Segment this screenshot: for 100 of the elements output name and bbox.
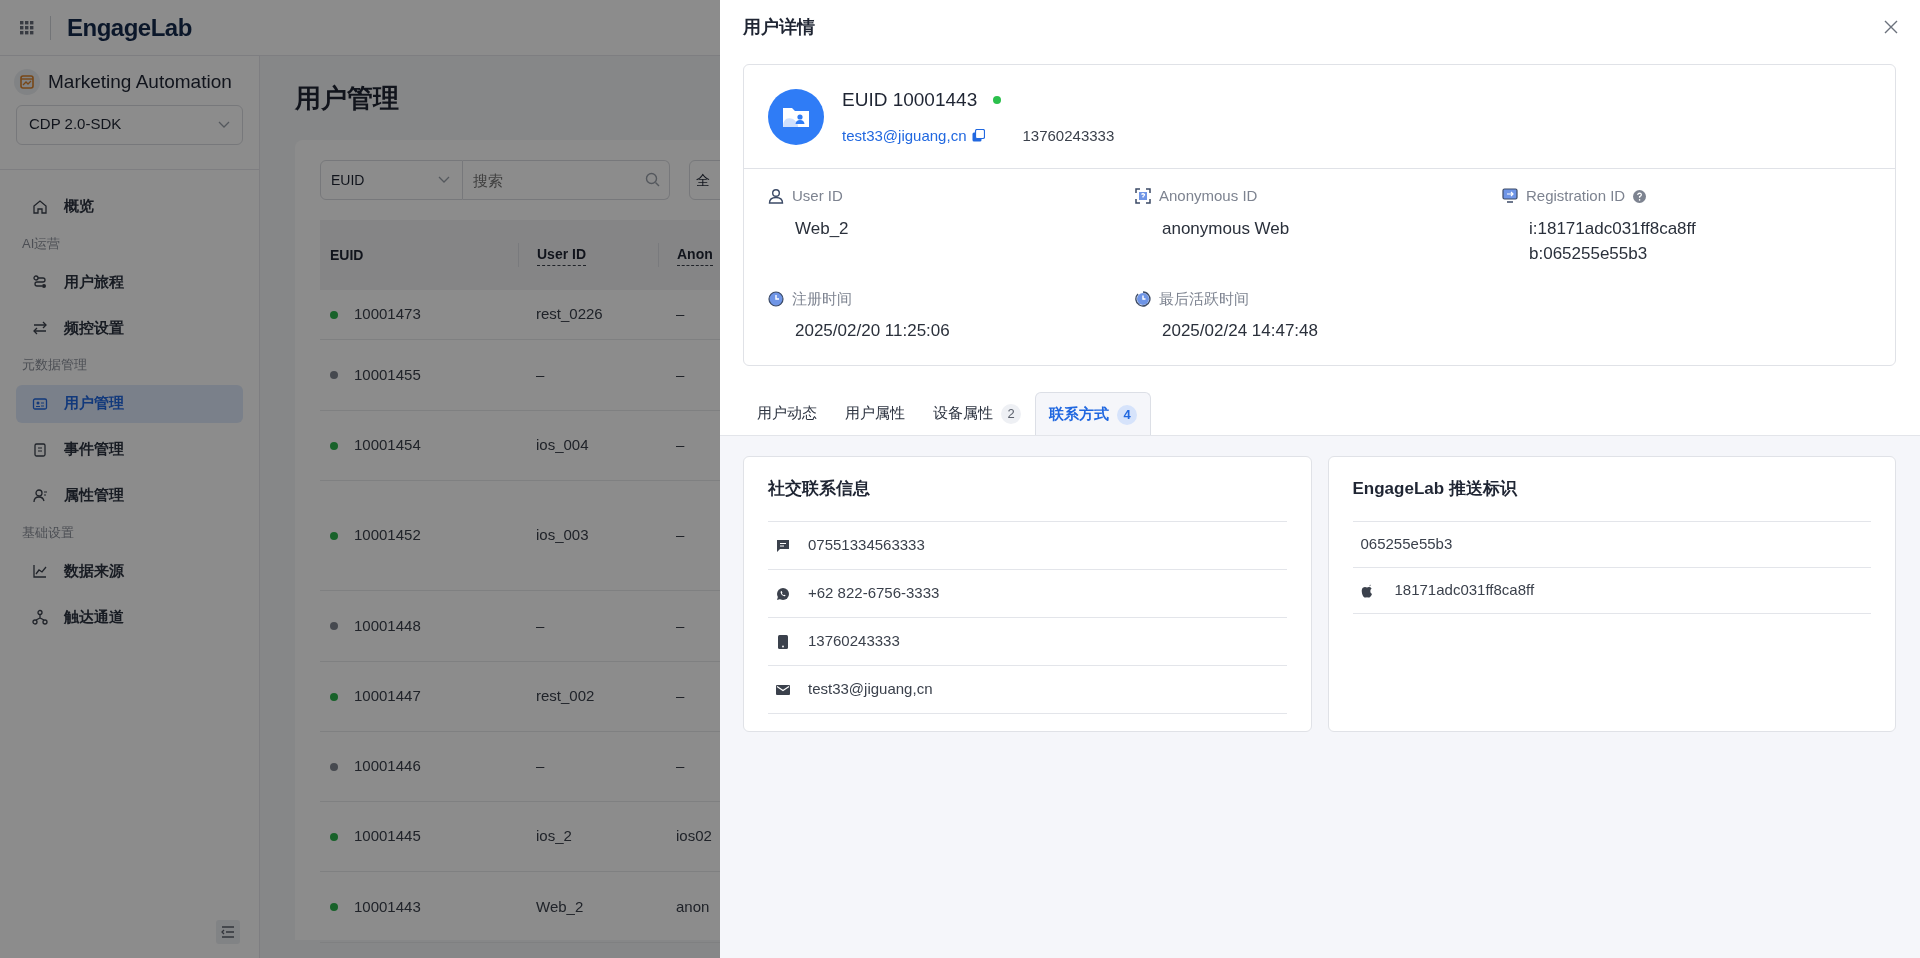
mobile-phone-icon <box>776 634 790 649</box>
nav-item[interactable]: 属性管理 <box>16 476 243 515</box>
nav-item[interactable]: 数据来源 <box>16 552 243 590</box>
field-value: b:065255e55b3 <box>1528 242 1649 265</box>
user-icon <box>32 487 48 504</box>
field-label: Registration ID <box>1526 186 1626 206</box>
field-value: 2025/02/24 14:47:48 <box>1161 320 1319 342</box>
field-value: i:18171adc031ff8ca8ff <box>1528 217 1697 240</box>
table-cell-text: 10001443 <box>354 896 421 917</box>
project-select[interactable]: CDP 2.0-SDK <box>16 104 243 145</box>
home-icon <box>32 198 48 215</box>
table-cell: – <box>676 757 685 775</box>
nav-item[interactable]: 用户管理 <box>16 384 243 423</box>
push-id-value: 18171adc031ff8ca8ff <box>1394 580 1535 601</box>
table-cell: – <box>676 365 685 383</box>
contact-value: 07551334563333 <box>808 535 925 556</box>
whatsapp-icon <box>776 586 790 601</box>
table-cell: – <box>676 436 685 454</box>
collapse-menu-icon[interactable] <box>216 920 240 944</box>
table-cell-text: 10001447 <box>354 686 421 707</box>
field-value: Web_2 <box>794 217 850 240</box>
tab[interactable]: 设备属性 2 <box>919 391 1035 435</box>
push-id-value: 065255e55b3 <box>1360 534 1453 555</box>
search-icon <box>645 172 660 187</box>
clock-icon <box>768 290 784 307</box>
table-cell: ios_003 <box>536 526 589 544</box>
table-cell: – <box>676 305 685 323</box>
table-cell: ios_2 <box>536 827 572 845</box>
count-badge: 2 <box>1001 403 1021 424</box>
field-label: User ID <box>792 186 843 206</box>
column-header[interactable]: Anon <box>677 244 713 266</box>
field-value: anonymous Web <box>1161 217 1291 240</box>
nav-section-label: 基础设置 <box>22 523 75 542</box>
table-cell: ios02 <box>676 827 712 845</box>
chevron-down-icon <box>218 120 230 129</box>
table-cell: rest_0226 <box>536 305 603 323</box>
table-cell-text: 10001452 <box>354 525 421 546</box>
phone-number: 13760243333 <box>1022 125 1115 146</box>
card-title: 社交联系信息 <box>768 478 870 501</box>
table-cell-text: 10001455 <box>354 364 421 385</box>
table-cell: anon <box>676 897 710 915</box>
field-value: 2025/02/20 11:25:06 <box>794 320 951 342</box>
column-header[interactable]: User ID <box>537 244 587 266</box>
table-cell: – <box>536 616 545 634</box>
column-header[interactable]: EUID <box>330 244 364 266</box>
table-cell: – <box>676 687 685 705</box>
line-chart-icon <box>32 563 48 579</box>
clock-refresh-icon <box>1135 290 1151 307</box>
network-icon <box>32 609 48 625</box>
table-cell-text: 10001473 <box>354 304 421 325</box>
user-folder-avatar <box>768 88 824 145</box>
email-link[interactable]: test33@jiguang,cn <box>842 124 967 147</box>
field-label: Anonymous ID <box>1159 186 1258 206</box>
apps-grid-icon[interactable] <box>20 20 34 35</box>
table-cell-text: 10001446 <box>354 756 421 777</box>
table-cell-text: 10001445 <box>354 826 421 847</box>
search-field[interactable]: 搜索 <box>463 160 670 200</box>
tab[interactable]: 联系方式 4 <box>1035 392 1151 436</box>
table-cell: rest_002 <box>536 687 595 705</box>
drawer-title: 用户详情 <box>743 15 815 39</box>
contact-value: 13760243333 <box>808 631 900 652</box>
tab[interactable]: 用户属性 <box>831 391 919 435</box>
nav-item[interactable]: 频控设置 <box>16 309 243 347</box>
scan-question-icon <box>1135 188 1151 205</box>
user-icon <box>768 188 784 205</box>
mail-icon <box>776 682 790 697</box>
message-icon <box>776 538 790 553</box>
nav-section-label: 元数据管理 <box>22 356 88 374</box>
page-title: 用户管理 <box>295 81 399 115</box>
id-card-icon <box>32 395 48 412</box>
nav-item[interactable]: 触达通道 <box>16 598 243 636</box>
table-cell-text: 10001448 <box>354 615 421 636</box>
table-cell: – <box>536 757 545 775</box>
chevron-down-icon <box>438 176 450 184</box>
copy-icon[interactable] <box>972 129 986 143</box>
euid-label: EUID 10001443 <box>842 88 978 112</box>
nav-section-label: AI运营 <box>22 234 62 253</box>
contact-value: test33@jiguang,cn <box>808 679 933 700</box>
tab[interactable]: 用户动态 <box>743 391 831 435</box>
monitor-icon <box>1502 188 1518 205</box>
nav-item[interactable]: 用户旅程 <box>16 263 243 301</box>
nav-item[interactable]: 事件管理 <box>16 430 243 469</box>
clipboard-icon <box>32 441 48 458</box>
count-badge: 4 <box>1117 404 1137 425</box>
field-label: 最后活跃时间 <box>1159 288 1249 309</box>
arrows-icon <box>32 320 48 336</box>
field-select[interactable]: EUID <box>320 160 463 200</box>
route-icon <box>32 274 48 290</box>
table-cell: – <box>676 526 685 544</box>
table-cell: ios_004 <box>536 436 589 454</box>
nav-item[interactable]: 概览 <box>16 187 243 226</box>
table-cell: Web_2 <box>536 897 584 915</box>
contact-value: +62 822-6756-3333 <box>808 583 940 604</box>
close-icon[interactable] <box>1884 20 1898 34</box>
field-label: 注册时间 <box>792 288 852 309</box>
logo: EngageLab <box>67 12 192 43</box>
chart-window-icon <box>14 69 40 96</box>
table-cell: – <box>536 365 545 383</box>
table-cell-text: 10001454 <box>354 435 421 456</box>
table-cell: – <box>676 616 685 634</box>
